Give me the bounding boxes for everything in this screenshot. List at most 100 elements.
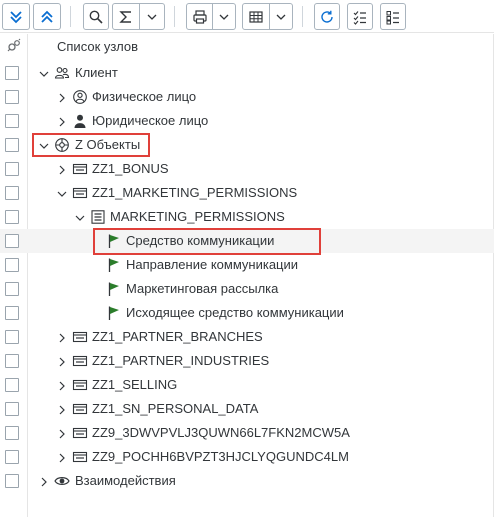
chevron-down-icon xyxy=(219,14,229,20)
tree-row[interactable]: ZZ1_PARTNER_INDUSTRIES xyxy=(0,349,494,373)
refresh-icon xyxy=(321,10,333,23)
people-icon xyxy=(54,65,70,81)
chevron-down-icon[interactable] xyxy=(74,211,86,223)
print-dropdown[interactable] xyxy=(212,4,235,29)
column-settings-icon[interactable] xyxy=(6,38,22,54)
row-checkbox[interactable] xyxy=(5,162,19,176)
tree-row[interactable]: Средство коммуникации xyxy=(0,229,494,253)
row-checkbox[interactable] xyxy=(5,354,19,368)
table-settings-main[interactable] xyxy=(243,4,269,29)
tree-row[interactable]: ZZ1_BONUS xyxy=(0,157,494,181)
tree-row-label: Z Объекты xyxy=(75,137,141,152)
person-icon xyxy=(72,113,88,129)
tree-row[interactable]: ZZ1_MARKETING_PERMISSIONS xyxy=(0,181,494,205)
chevron-down-icon xyxy=(147,14,157,20)
row-checkbox[interactable] xyxy=(5,186,19,200)
checklist-icon xyxy=(353,10,366,25)
sum-main[interactable] xyxy=(113,4,139,29)
chevron-right-icon[interactable] xyxy=(56,331,68,343)
node-tree: Список узлов Клиент Физическое лицо Юридич… xyxy=(0,34,494,517)
list-icon xyxy=(90,209,106,225)
chevron-right-icon[interactable] xyxy=(56,163,68,175)
row-checkbox[interactable] xyxy=(5,330,19,344)
row-checkbox[interactable] xyxy=(5,138,19,152)
collapse-all-button[interactable] xyxy=(33,3,61,30)
tree-row-label: Исходящее средство коммуникации xyxy=(126,305,344,320)
chevron-right-icon[interactable] xyxy=(56,451,68,463)
row-checkbox[interactable] xyxy=(5,306,19,320)
sum-button[interactable] xyxy=(112,3,165,30)
tree-row[interactable]: Юридическое лицо xyxy=(0,109,494,133)
flag-icon xyxy=(106,233,122,249)
chevron-right-icon[interactable] xyxy=(38,475,50,487)
table-object-icon xyxy=(72,353,88,369)
expand-all-button[interactable] xyxy=(2,3,30,30)
table-object-icon xyxy=(72,377,88,393)
tree-row[interactable]: Исходящее средство коммуникации xyxy=(0,301,494,325)
flag-icon xyxy=(106,257,122,273)
tree-header-title: Список узлов xyxy=(57,39,139,54)
row-checkbox[interactable] xyxy=(5,474,19,488)
row-checkbox[interactable] xyxy=(5,234,19,248)
row-checkbox[interactable] xyxy=(5,114,19,128)
tree-row[interactable]: ZZ1_SN_PERSONAL_DATA xyxy=(0,397,494,421)
row-checkbox[interactable] xyxy=(5,402,19,416)
tree-row-label: ZZ1_MARKETING_PERMISSIONS xyxy=(92,185,298,200)
table-object-icon xyxy=(72,401,88,417)
row-checkbox[interactable] xyxy=(5,426,19,440)
sum-dropdown[interactable] xyxy=(139,4,164,29)
row-checkbox[interactable] xyxy=(5,378,19,392)
toolbar-separator xyxy=(174,6,175,27)
row-checkbox[interactable] xyxy=(5,90,19,104)
row-checkbox[interactable] xyxy=(5,210,19,224)
search-button[interactable] xyxy=(83,3,109,30)
chevron-down-icon[interactable] xyxy=(38,67,50,79)
chevron-right-icon[interactable] xyxy=(56,115,68,127)
flag-icon xyxy=(106,305,122,321)
tree-row-label: Маркетинговая рассылка xyxy=(126,281,279,296)
row-checkbox[interactable] xyxy=(5,66,19,80)
row-checkbox[interactable] xyxy=(5,282,19,296)
print-main[interactable] xyxy=(187,4,212,29)
tree-row[interactable]: Клиент xyxy=(0,61,494,85)
toolbar xyxy=(0,0,494,33)
chevron-right-icon[interactable] xyxy=(56,355,68,367)
person-circle-icon xyxy=(72,89,88,105)
tree-row-label: Средство коммуникации xyxy=(126,233,275,248)
deselect-all-button[interactable] xyxy=(380,3,406,30)
tree-row[interactable]: Физическое лицо xyxy=(0,85,494,109)
network-icon xyxy=(54,137,70,153)
tree-row[interactable]: Направление коммуникации xyxy=(0,253,494,277)
tree-row[interactable]: Взаимодействия xyxy=(0,469,494,493)
tree-row-label: ZZ1_PARTNER_BRANCHES xyxy=(92,329,263,344)
chevron-down-icon[interactable] xyxy=(38,139,50,151)
tree-row[interactable]: ZZ9_POCHH6BVPZT3HJCLYQGUNDC4LM xyxy=(0,445,494,469)
tree-row[interactable]: ZZ9_3DWVPVLJ3QUWN66L7FKN2MCW5A xyxy=(0,421,494,445)
chevron-down-icon[interactable] xyxy=(56,187,68,199)
tree-row-label: Направление коммуникации xyxy=(126,257,299,272)
tree-row-label: Юридическое лицо xyxy=(92,113,209,128)
chevron-right-icon[interactable] xyxy=(56,91,68,103)
tree-row[interactable]: Z Объекты xyxy=(0,133,494,157)
select-all-button[interactable] xyxy=(347,3,373,30)
table-settings-button[interactable] xyxy=(242,3,293,30)
print-button[interactable] xyxy=(186,3,236,30)
tree-row-label: ZZ1_SN_PERSONAL_DATA xyxy=(92,401,259,416)
chevron-right-icon[interactable] xyxy=(56,427,68,439)
chevron-right-icon[interactable] xyxy=(56,403,68,415)
toolbar-separator xyxy=(70,6,71,27)
row-checkbox[interactable] xyxy=(5,258,19,272)
tree-row[interactable]: ZZ1_SELLING xyxy=(0,373,494,397)
tree-row-label: MARKETING_PERMISSIONS xyxy=(110,209,285,224)
tree-row[interactable]: ZZ1_PARTNER_BRANCHES xyxy=(0,325,494,349)
tree-row-label: Клиент xyxy=(75,65,118,80)
row-checkbox[interactable] xyxy=(5,450,19,464)
flag-icon xyxy=(106,281,122,297)
table-icon xyxy=(249,10,263,23)
tree-row[interactable]: Маркетинговая рассылка xyxy=(0,277,494,301)
table-settings-dropdown[interactable] xyxy=(269,4,292,29)
tree-row[interactable]: MARKETING_PERMISSIONS xyxy=(0,205,494,229)
table-object-icon xyxy=(72,449,88,465)
chevron-right-icon[interactable] xyxy=(56,379,68,391)
refresh-button[interactable] xyxy=(314,3,340,30)
